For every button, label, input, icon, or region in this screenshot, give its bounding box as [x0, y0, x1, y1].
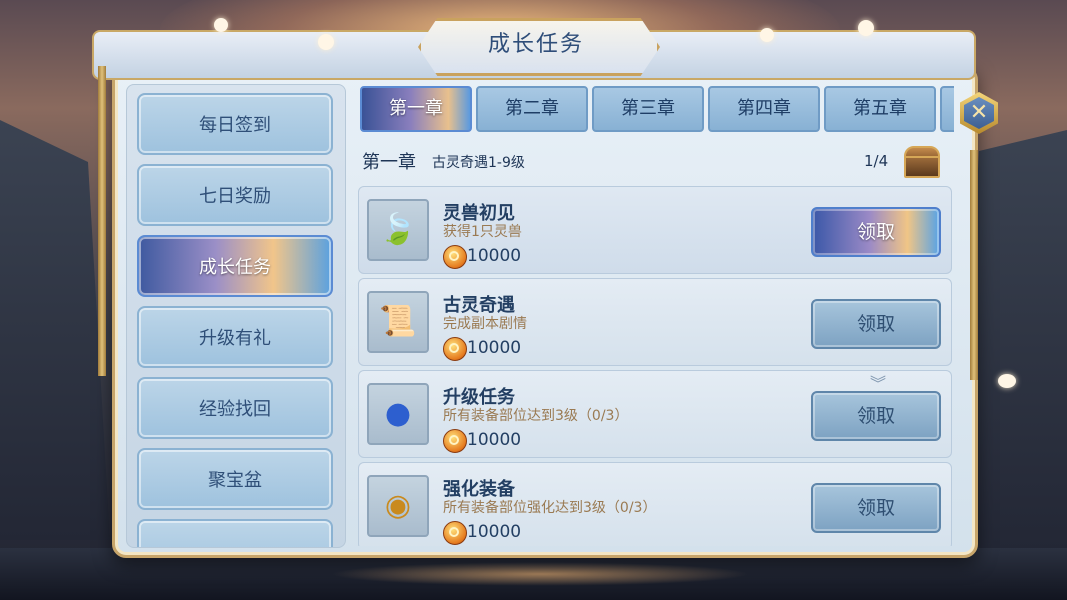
- chest-body: [904, 156, 940, 178]
- sidebar: 每日签到 七日奖励 成长任务 升级有礼 经验找回 聚宝盆: [126, 84, 346, 548]
- task-row: ● 升级任务 所有装备部位达到3级（0/3） 10000 领取: [358, 370, 952, 458]
- sidebar-item-seven-day-reward[interactable]: 七日奖励: [137, 164, 333, 226]
- close-button[interactable]: ✕: [960, 92, 998, 134]
- frame-post-right: [970, 150, 978, 380]
- coin-icon: [443, 337, 467, 361]
- chapter-tabs: 第一章 第二章 第三章 第四章 第五章: [358, 86, 954, 134]
- chapter-title: 第一章: [362, 152, 416, 173]
- tab-chapter-next[interactable]: [940, 86, 954, 132]
- chapter-header: 第一章 古灵奇遇1-9级 1/4: [362, 142, 950, 182]
- water-glint: [330, 562, 750, 586]
- coin-icon: [443, 429, 467, 453]
- tab-chapter-4[interactable]: 第四章: [708, 86, 820, 132]
- medal-glyph: ◉: [384, 488, 412, 523]
- task-description: 完成副本剧情: [443, 316, 527, 332]
- tab-chapter-3[interactable]: 第三章: [592, 86, 704, 132]
- tab-chapter-2[interactable]: 第二章: [476, 86, 588, 132]
- blossom-decoration: [760, 28, 774, 42]
- claim-button[interactable]: 领取: [811, 299, 941, 349]
- blossom-decoration: [318, 34, 334, 50]
- leaf-glyph: 🍃: [379, 212, 417, 247]
- scroll-icon: 📜: [367, 291, 429, 353]
- task-row: 📜 古灵奇遇 完成副本剧情 10000 领取: [358, 278, 952, 366]
- task-reward: 10000: [467, 246, 522, 266]
- tab-chapter-1[interactable]: 第一章: [360, 86, 472, 132]
- blossom-decoration: [858, 20, 874, 36]
- coin-icon: [443, 521, 467, 545]
- chevron-down-icon: ︾: [870, 374, 887, 393]
- chapter-subtitle: 古灵奇遇1-9级: [432, 155, 525, 171]
- sidebar-item-treasure-bowl[interactable]: 聚宝盆: [137, 448, 333, 510]
- gold-medal-icon: ◉: [367, 475, 429, 537]
- scroll-glyph: 📜: [379, 304, 417, 339]
- orb-shell-icon: ●: [367, 383, 429, 445]
- blossom-decoration: [998, 374, 1016, 388]
- task-row: 🍃 灵兽初见 获得1只灵兽 10000 领取: [358, 186, 952, 274]
- task-reward: 10000: [467, 430, 522, 450]
- claim-button[interactable]: 领取: [811, 207, 941, 257]
- coin-icon: [443, 245, 467, 269]
- task-reward: 10000: [467, 338, 522, 358]
- sidebar-item-growth-tasks[interactable]: 成长任务: [137, 235, 333, 297]
- sidebar-item-exp-recovery[interactable]: 经验找回: [137, 377, 333, 439]
- treasure-chest-icon[interactable]: [902, 144, 940, 178]
- task-list[interactable]: 🍃 灵兽初见 获得1只灵兽 10000 领取 📜 古灵奇遇 完成副本剧情 100…: [356, 186, 954, 546]
- chapter-progress: 1/4: [864, 152, 889, 170]
- sidebar-item-daily-signin[interactable]: 每日签到: [137, 93, 333, 155]
- task-reward: 10000: [467, 522, 522, 542]
- blossom-decoration: [214, 18, 228, 32]
- task-description: 所有装备部位强化达到3级（0/3）: [443, 500, 657, 516]
- claim-button[interactable]: 领取: [811, 391, 941, 441]
- task-row: ◉ 强化装备 所有装备部位强化达到3级（0/3） 10000 领取: [358, 462, 952, 546]
- sidebar-item-level-up-gift[interactable]: 升级有礼: [137, 306, 333, 368]
- claim-button[interactable]: 领取: [811, 483, 941, 533]
- close-icon: ✕: [969, 100, 989, 125]
- tab-chapter-5[interactable]: 第五章: [824, 86, 936, 132]
- cliff-left: [0, 120, 110, 540]
- window-title: 成长任务: [487, 32, 584, 57]
- task-description: 所有装备部位达到3级（0/3）: [443, 408, 629, 424]
- task-description: 获得1只灵兽: [443, 224, 522, 240]
- orb-glyph: ●: [384, 396, 412, 431]
- sidebar-item-more[interactable]: [137, 519, 333, 547]
- frame-post-left: [98, 66, 106, 376]
- leaf-icon: 🍃: [367, 199, 429, 261]
